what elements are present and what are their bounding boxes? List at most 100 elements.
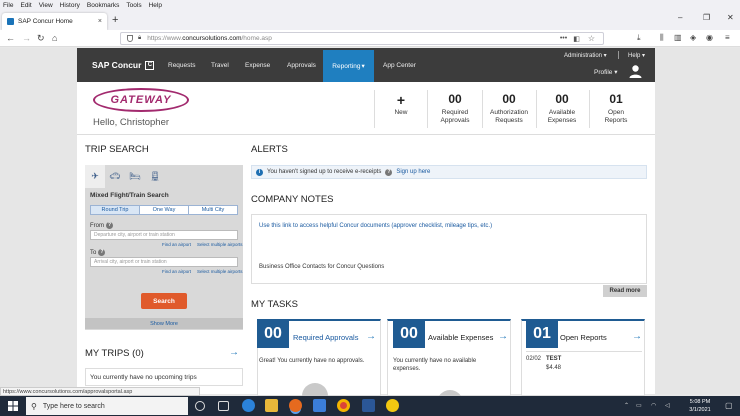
browser-tab[interactable]: SAP Concur Home × [2,13,107,30]
new-tab-button[interactable]: + [112,14,118,26]
arrow-right-icon[interactable]: → [229,347,239,358]
forward-icon[interactable]: → [22,33,31,43]
close-window-button[interactable]: ✕ [727,13,734,22]
task-expenses-count[interactable]: 00 [393,319,425,348]
notifications-icon[interactable]: ▢ [725,401,733,410]
from-input[interactable]: Departure city, airport or train station [90,230,238,240]
volume-icon[interactable]: ◁ [665,402,670,409]
task-expenses-label[interactable]: Available Expenses [428,333,493,342]
account-icon[interactable]: ◉ [706,33,713,42]
library-icon[interactable]: ⫼ [660,33,664,43]
task-reports-count[interactable]: 01 [526,319,558,348]
required-approvals-count[interactable]: 00 [430,92,480,106]
one-way-tab[interactable]: One Way [140,206,189,214]
cortana-icon[interactable] [195,401,205,411]
arrow-right-icon[interactable]: → [498,331,508,342]
required-approvals-label[interactable]: Required Approvals [430,109,480,125]
tray-chevron-icon[interactable]: ⌃ [624,402,629,409]
to-input[interactable]: Arrival city, airport or train station [90,257,238,267]
pocket-icon[interactable]: ◧ [573,35,580,43]
search-button[interactable]: Search [141,293,187,309]
new-plus-icon[interactable]: + [389,92,413,108]
hotel-icon[interactable]: 🛏︎ [125,165,145,188]
authorization-requests-label[interactable]: Authorization Requests [484,109,534,125]
help-menu[interactable]: Help ▾ [628,52,645,59]
nav-reporting[interactable]: Reporting ▾ [323,50,374,82]
flight-train-icon[interactable]: ✈︎ [85,165,105,188]
help-icon[interactable]: ? [106,222,113,229]
maximize-button[interactable]: ❐ [703,13,710,22]
nav-app-center[interactable]: App Center [383,62,416,69]
bookmark-star-icon[interactable]: ☆ [588,34,595,43]
shield-icon[interactable] [127,35,133,42]
chrome-icon[interactable] [337,399,350,412]
mail-icon[interactable] [313,399,326,412]
new-button[interactable]: New [389,109,413,117]
menu-bookmarks[interactable]: Bookmarks [87,2,120,9]
back-icon[interactable]: ← [6,33,15,43]
download-icon[interactable]: ⤓ [637,33,641,43]
available-expenses-count[interactable]: 00 [537,92,587,106]
minimize-button[interactable]: – [678,13,682,22]
find-airport-link[interactable]: Find an airport [162,242,191,247]
administration-menu[interactable]: Administration ▾ [564,52,607,59]
open-reports-count[interactable]: 01 [591,92,641,106]
profile-menu[interactable]: Profile ▾ [594,68,618,76]
menu-file[interactable]: File [3,2,13,9]
menu-help[interactable]: Help [149,2,162,9]
available-expenses-label[interactable]: Available Expenses [537,109,587,125]
url-bar[interactable]: 🔒︎ https://www. concursolutions.com/home.… [120,32,604,45]
open-reports-label[interactable]: Open Reports [591,109,641,125]
sign-up-link[interactable]: Sign up here [396,169,430,175]
arrow-right-icon[interactable]: → [632,331,642,342]
help-icon[interactable]: ? [385,168,393,176]
user-avatar-icon[interactable] [628,64,643,79]
authorization-requests-count[interactable]: 00 [484,92,534,106]
train-icon[interactable]: 🚆︎ [145,165,165,188]
wifi-icon[interactable]: ◠ [651,402,656,409]
edge-icon[interactable] [242,399,255,412]
home-icon[interactable]: ⌂ [52,33,57,43]
select-airports-link[interactable]: Select multiple airports [197,269,243,274]
task-view-icon[interactable] [218,401,229,411]
menu-view[interactable]: View [39,2,53,9]
find-airport-link[interactable]: Find an airport [162,269,191,274]
nav-travel[interactable]: Travel [211,62,229,69]
multi-city-tab[interactable]: Multi City [189,206,237,214]
reload-icon[interactable]: ↻ [37,33,45,44]
sidebar-icon[interactable]: ▥ [674,33,682,42]
show-more-link[interactable]: Show More [85,318,243,329]
hamburger-menu-icon[interactable]: ≡ [725,33,730,42]
menu-tools[interactable]: Tools [126,2,141,9]
taskbar-clock[interactable]: 5:08 PM 3/1/2021 [682,398,718,414]
word-icon[interactable] [362,399,375,412]
round-trip-tab[interactable]: Round Trip [91,206,140,214]
app-icon[interactable] [386,399,399,412]
extension-icon[interactable]: ◈ [690,33,696,42]
lock-icon[interactable]: 🔒︎ [138,35,141,42]
menu-edit[interactable]: Edit [20,2,31,9]
nav-divider [618,51,619,59]
task-approvals-label[interactable]: Required Approvals [293,333,358,342]
nav-requests[interactable]: Requests [168,62,195,69]
nav-approvals[interactable]: Approvals [287,62,316,69]
windows-start-icon[interactable] [8,401,18,411]
file-explorer-icon[interactable] [265,399,278,412]
tab-close-icon[interactable]: × [98,18,102,25]
concur-documents-link[interactable]: Use this link to access helpful Concur d… [259,223,492,229]
nav-expense[interactable]: Expense [245,62,270,69]
task-approvals-count[interactable]: 00 [257,319,289,348]
help-icon[interactable]: ? [98,249,106,256]
read-more-button[interactable]: Read more [603,285,647,297]
car-icon[interactable]: 🚗︎ [105,165,125,188]
taskbar-search[interactable]: ⚲ Type here to search [26,397,188,415]
network-icon[interactable]: ▭ [636,402,642,409]
page-actions-icon[interactable]: ••• [560,35,567,42]
select-airports-link[interactable]: Select multiple airports [197,242,243,247]
task-reports-label[interactable]: Open Reports [560,333,607,342]
menu-history[interactable]: History [60,2,80,9]
firefox-icon[interactable] [289,399,302,412]
arrow-right-icon[interactable]: → [366,331,376,342]
concur-brand[interactable]: SAP Concur C [92,60,155,70]
report-name[interactable]: TEST [546,355,561,363]
